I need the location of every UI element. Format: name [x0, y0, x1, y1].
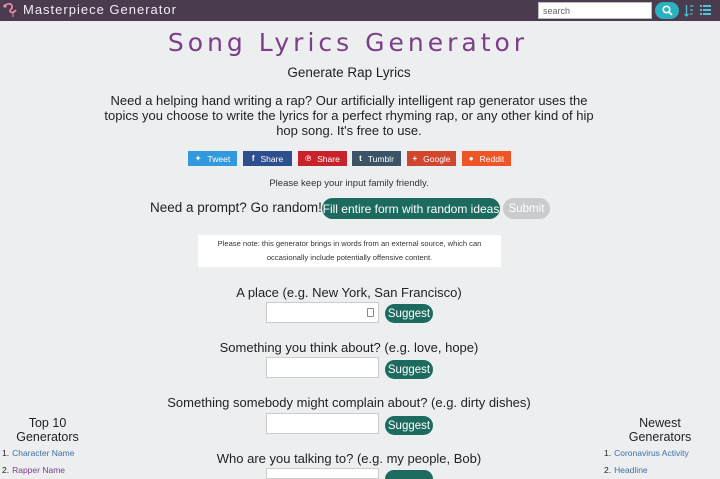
autofill-icon — [367, 308, 374, 317]
search-icon — [661, 5, 673, 16]
top-navbar: Masterpiece Generator — [0, 0, 720, 21]
tumblr-share-button[interactable]: t Tumblr — [352, 151, 401, 166]
tumblr-icon: t — [359, 154, 362, 163]
external-source-note: Please note: this generator brings in wo… — [198, 235, 501, 267]
list-icon[interactable] — [700, 4, 711, 16]
submit-button[interactable]: Submit — [503, 198, 550, 219]
share-buttons: ✦ Tweet f Share ℗ Share t Tumblr + Google ● Re… — [0, 151, 720, 166]
list-item[interactable]: 2. Headline — [604, 465, 689, 479]
suggest-button-thought[interactable]: Suggest — [385, 360, 433, 379]
random-fill-button[interactable]: Fill entire form with random ideas — [322, 198, 500, 219]
reddit-share-button[interactable]: ● Reddit — [462, 151, 511, 166]
list-item[interactable]: 1. Character Name — [2, 448, 74, 465]
google-share-button[interactable]: + Google — [407, 151, 456, 166]
reddit-icon: ● — [468, 154, 474, 163]
question-label-place: A place (e.g. New York, San Francisco) — [236, 285, 462, 300]
tweet-button[interactable]: ✦ Tweet — [188, 151, 237, 166]
list-item[interactable]: 1. Coronavirus Activity — [604, 448, 689, 465]
place-input[interactable] — [266, 302, 379, 323]
google-plus-icon: + — [412, 154, 418, 163]
list-item[interactable]: 2. Rapper Name — [2, 465, 74, 479]
site-brand[interactable]: Masterpiece Generator — [23, 2, 177, 17]
suggest-button-complaint[interactable]: Suggest — [385, 416, 433, 435]
thought-input[interactable] — [266, 357, 379, 378]
complaint-input[interactable] — [266, 413, 379, 434]
flamingo-logo-icon[interactable] — [2, 2, 20, 18]
intro-paragraph: Need a helping hand writing a rap? Our a… — [104, 93, 594, 138]
sort-icon[interactable] — [684, 4, 694, 17]
question-label-audience: Who are you talking to? (e.g. my people,… — [216, 451, 482, 466]
twitter-icon: ✦ — [194, 154, 202, 163]
family-friendly-note: Please keep your input family friendly. — [269, 178, 429, 189]
search-button[interactable] — [655, 2, 679, 19]
newest-generators-list: 1. Coronavirus Activity 2. Headline — [604, 448, 689, 479]
question-label-thought: Something you think about? (e.g. love, h… — [219, 340, 479, 355]
page-subtitle: Generate Rap Lyrics — [287, 65, 411, 80]
facebook-icon: f — [251, 154, 255, 163]
search-input[interactable] — [538, 2, 652, 19]
random-prompt-label: Need a prompt? Go random! — [150, 200, 322, 215]
page-title: Song Lyrics Generator — [167, 28, 529, 57]
top-generators-list: 1. Character Name 2. Rapper Name — [2, 448, 74, 479]
suggest-button-audience[interactable] — [385, 470, 433, 479]
audience-input[interactable] — [266, 468, 379, 479]
question-label-complaint: Something somebody might complain about?… — [167, 395, 531, 410]
facebook-share-button[interactable]: f Share — [243, 151, 292, 166]
pinterest-share-button[interactable]: ℗ Share — [298, 151, 347, 166]
suggest-button-place[interactable]: Suggest — [385, 304, 433, 323]
pinterest-icon: ℗ — [305, 154, 312, 163]
newest-generators-heading: Newest Generators — [628, 416, 692, 444]
top-generators-heading: Top 10 Generators — [16, 416, 79, 444]
